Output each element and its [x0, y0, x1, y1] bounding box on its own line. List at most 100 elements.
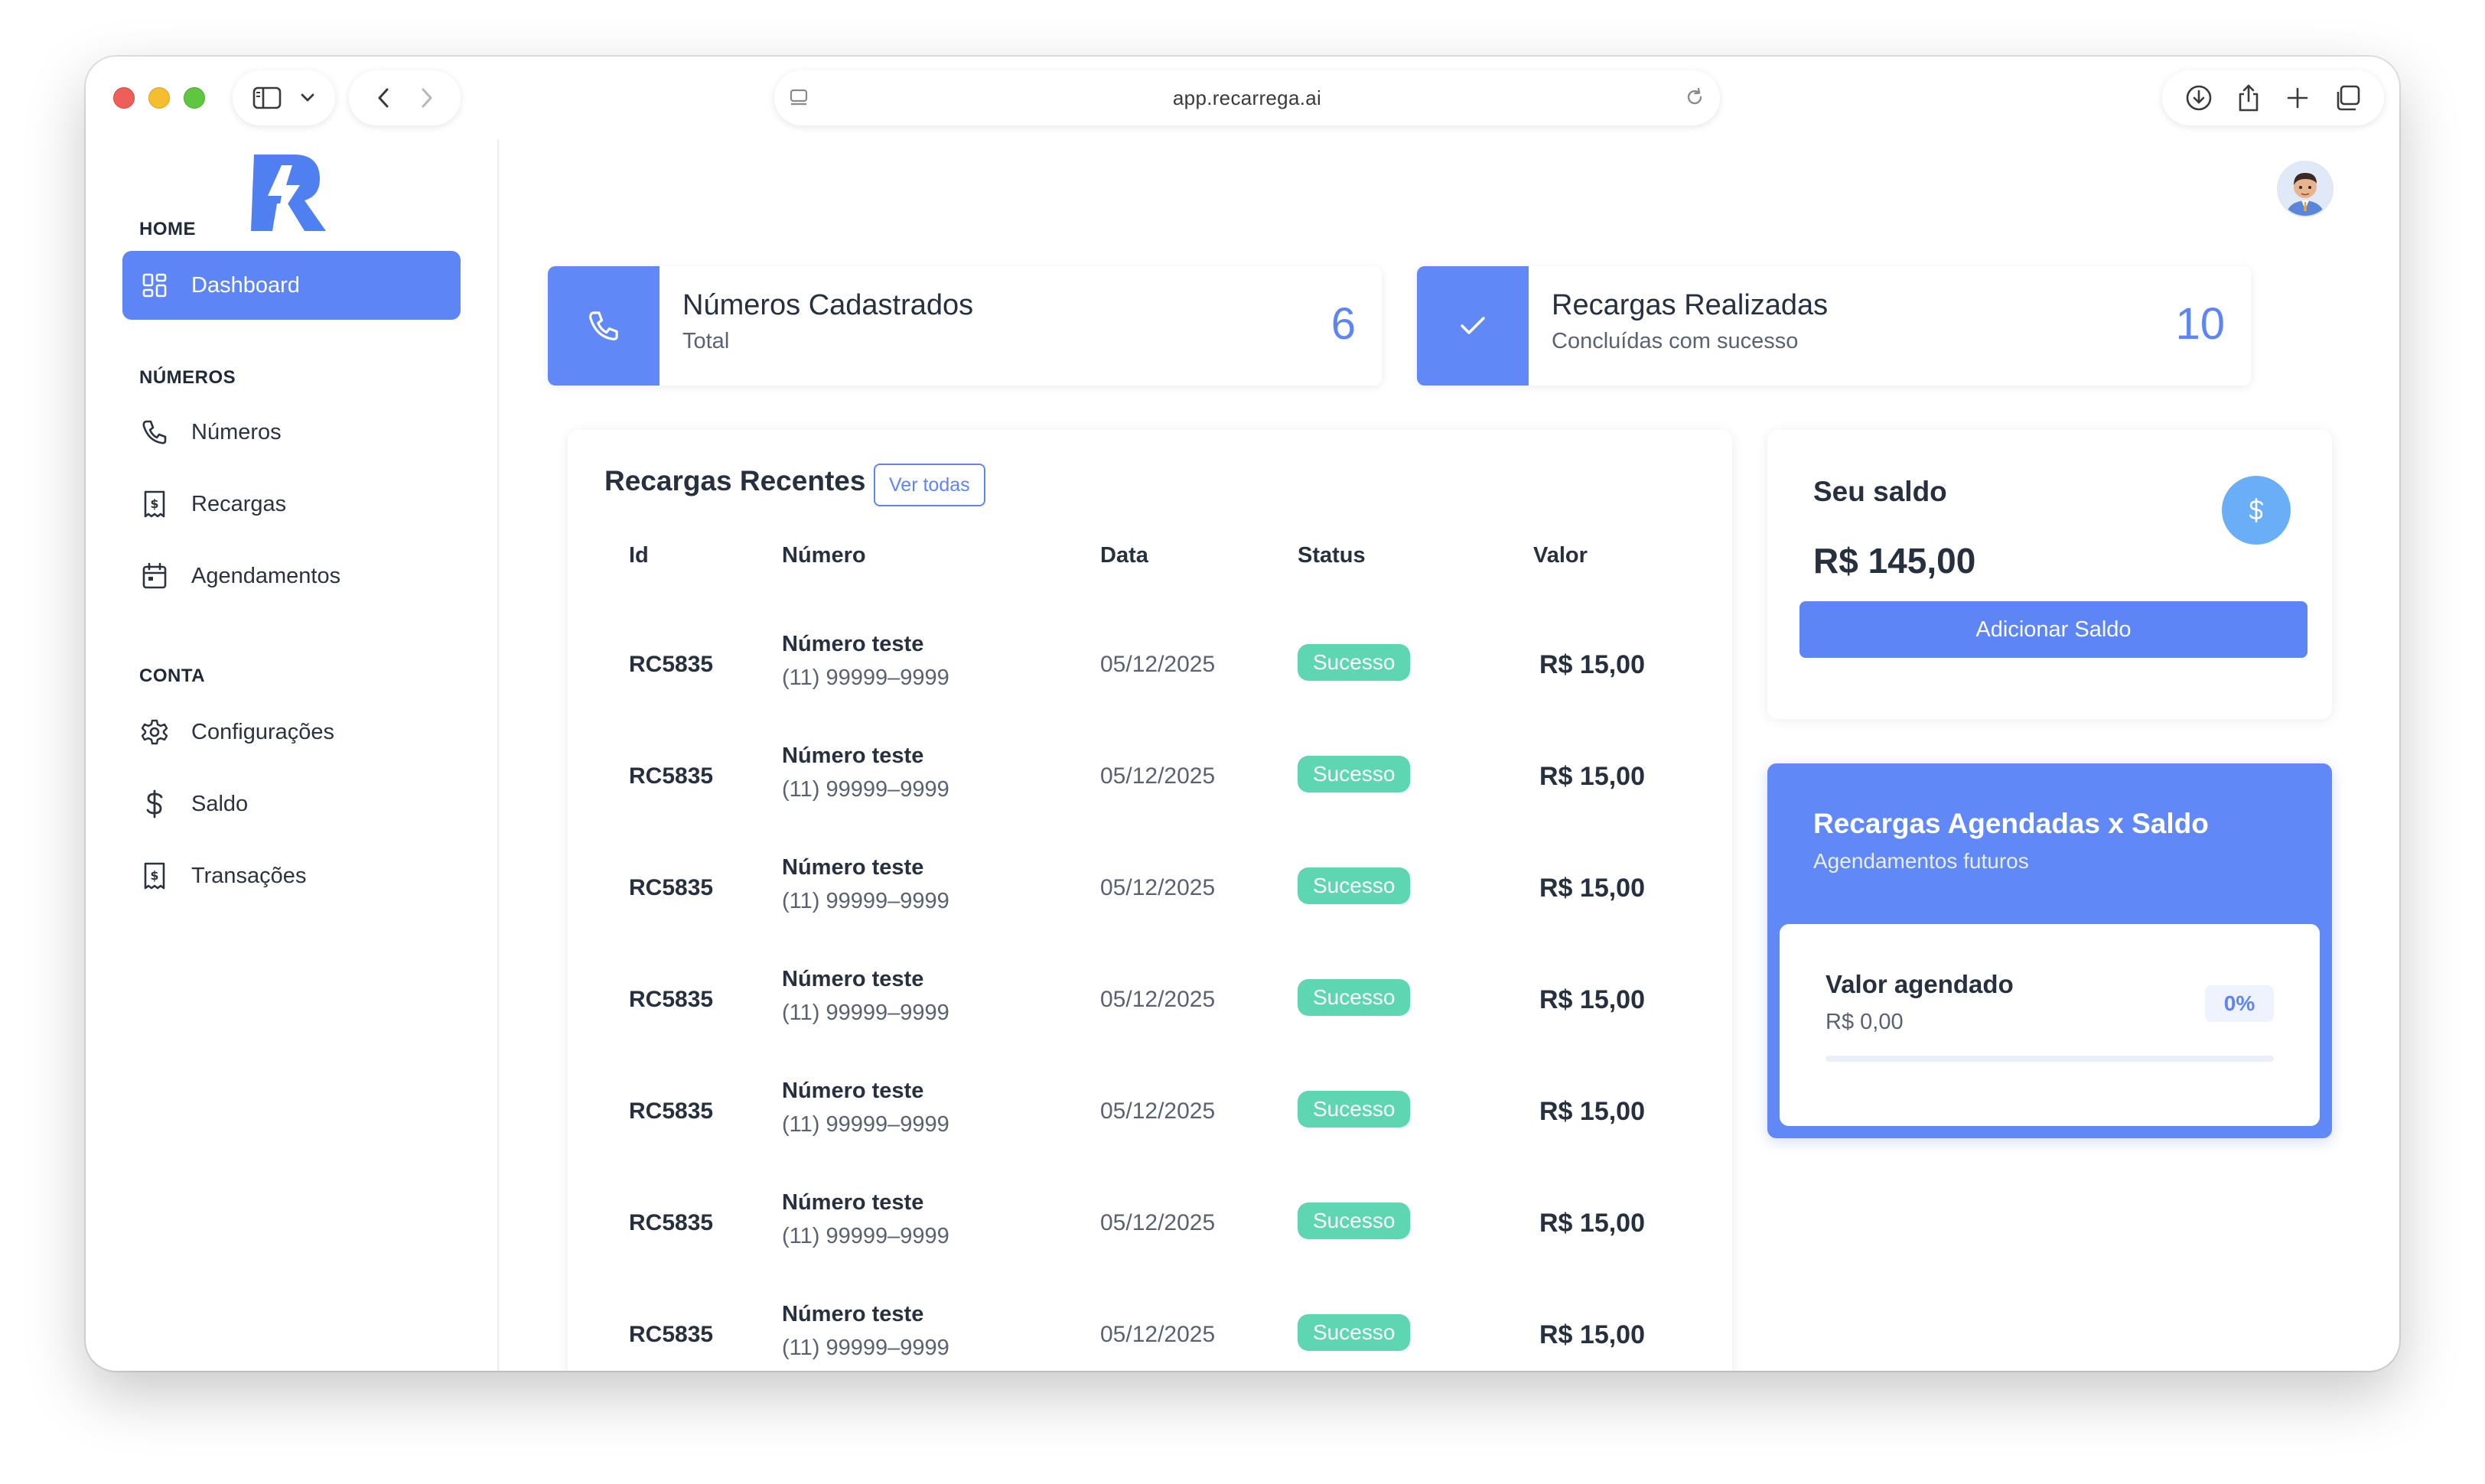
- sidebar-item-label: Agendamentos: [191, 563, 341, 588]
- phone-icon: [548, 266, 660, 386]
- scheduled-progress-bar: [1825, 1056, 2274, 1062]
- sidebar: HOME Dashboard NÚMEROS Números $ Recarga…: [86, 139, 499, 1371]
- cell-value: R$ 15,00: [1539, 985, 1645, 1014]
- url-text: app.recarrega.ai: [1172, 86, 1322, 109]
- receipt-icon: $: [139, 489, 170, 519]
- section-numeros-label: NÚMEROS: [139, 367, 236, 388]
- zoom-window-button[interactable]: [184, 87, 205, 109]
- sidebar-item-numeros[interactable]: Números: [122, 398, 461, 467]
- cell-date: 05/12/2025: [1100, 1098, 1216, 1124]
- svg-text:$: $: [150, 868, 158, 883]
- dollar-icon: [2222, 476, 2291, 545]
- cell-number-name: Número teste: [782, 1302, 924, 1326]
- avatar[interactable]: [2278, 162, 2332, 216]
- status-badge: Sucesso: [1298, 979, 1411, 1016]
- check-icon: [1417, 266, 1529, 386]
- browser-window: app.recarrega.ai HOME Dashboard NÚMEROS …: [86, 57, 2399, 1371]
- calendar-icon: [139, 561, 170, 591]
- table-row[interactable]: RC5835 Número teste (11) 99999–9999 05/1…: [568, 1279, 1732, 1371]
- status-badge: Sucesso: [1298, 756, 1411, 792]
- cell-date: 05/12/2025: [1100, 1210, 1216, 1235]
- view-all-button[interactable]: Ver todas: [874, 464, 985, 506]
- cell-id: RC5835: [629, 652, 714, 677]
- chevron-down-icon[interactable]: [300, 93, 315, 103]
- scheduled-vs-balance-card: Recargas Agendadas x Saldo Agendamentos …: [1767, 763, 2332, 1138]
- sidebar-toggle-icon[interactable]: [252, 86, 282, 109]
- history-nav-group: [349, 70, 461, 125]
- cell-id: RC5835: [629, 1322, 714, 1347]
- cell-number-name: Número teste: [782, 1190, 924, 1215]
- cell-id: RC5835: [629, 987, 714, 1012]
- sidebar-item-transacoes[interactable]: $ Transações: [122, 841, 461, 910]
- sidebar-toggle-group: [233, 70, 335, 125]
- status-badge: Sucesso: [1298, 1314, 1411, 1351]
- sidebar-item-label: Recargas: [191, 491, 287, 516]
- back-arrow-icon[interactable]: [376, 87, 390, 109]
- close-window-button[interactable]: [113, 87, 135, 109]
- table-row[interactable]: RC5835 Número teste (11) 99999–9999 05/1…: [568, 832, 1732, 944]
- sidebar-item-configuracoes[interactable]: Configurações: [122, 698, 461, 766]
- cell-value: R$ 15,00: [1539, 650, 1645, 679]
- scheduled-amount-value: R$ 0,00: [1825, 1010, 1904, 1034]
- cell-id: RC5835: [629, 1098, 714, 1124]
- column-header-id: Id: [629, 543, 649, 568]
- sidebar-item-label: Configurações: [191, 719, 334, 744]
- table-row[interactable]: RC5835 Número teste (11) 99999–9999 05/1…: [568, 944, 1732, 1056]
- svg-text:$: $: [150, 496, 158, 511]
- table-row[interactable]: RC5835 Número teste (11) 99999–9999 05/1…: [568, 721, 1732, 832]
- cell-number-name: Número teste: [782, 744, 924, 768]
- sidebar-item-label: Transações: [191, 863, 307, 888]
- cell-phone: (11) 99999–9999: [782, 1336, 949, 1360]
- cell-phone: (11) 99999–9999: [782, 666, 949, 690]
- share-icon[interactable]: [2236, 83, 2261, 112]
- cell-id: RC5835: [629, 1210, 714, 1235]
- stat-subtitle: Total: [682, 329, 730, 353]
- cell-id: RC5835: [629, 763, 714, 789]
- download-icon[interactable]: [2185, 84, 2213, 112]
- section-title: Recargas Recentes: [604, 465, 866, 496]
- column-header-data: Data: [1100, 543, 1148, 568]
- new-tab-icon[interactable]: [2285, 86, 2310, 110]
- cell-date: 05/12/2025: [1100, 763, 1216, 789]
- minimize-window-button[interactable]: [148, 87, 170, 109]
- dashboard-icon: [139, 270, 170, 301]
- cell-date: 05/12/2025: [1100, 652, 1216, 677]
- phone-icon: [139, 417, 170, 447]
- sidebar-item-label: Saldo: [191, 791, 249, 816]
- cell-value: R$ 15,00: [1539, 1209, 1645, 1238]
- cell-number-name: Número teste: [782, 967, 924, 991]
- cell-phone: (11) 99999–9999: [782, 889, 949, 913]
- balance-title: Seu saldo: [1813, 476, 1947, 507]
- balance-card: Seu saldo R$ 145,00 Adicionar Saldo: [1767, 430, 2332, 719]
- cell-value: R$ 15,00: [1539, 874, 1645, 903]
- add-balance-button[interactable]: Adicionar Saldo: [1799, 601, 2308, 658]
- column-header-numero: Número: [782, 543, 866, 568]
- cell-number-name: Número teste: [782, 632, 924, 656]
- stat-value: 10: [2175, 299, 2225, 349]
- stat-title: Números Cadastrados: [682, 289, 974, 321]
- scheduled-amount-label: Valor agendado: [1825, 970, 2014, 998]
- table-row[interactable]: RC5835 Número teste (11) 99999–9999 05/1…: [568, 609, 1732, 721]
- address-bar[interactable]: app.recarrega.ai: [774, 70, 1720, 125]
- tab-overview-icon[interactable]: [2334, 84, 2361, 112]
- reload-icon[interactable]: [1683, 86, 1706, 112]
- section-home-label: HOME: [139, 219, 196, 239]
- cell-phone: (11) 99999–9999: [782, 1112, 949, 1137]
- stat-card-recargas: Recargas Realizadas Concluídas com suces…: [1417, 266, 2251, 386]
- cell-phone: (11) 99999–9999: [782, 1001, 949, 1025]
- sidebar-item-dashboard[interactable]: Dashboard: [122, 251, 461, 320]
- app-logo[interactable]: [246, 153, 331, 233]
- page-settings-icon[interactable]: [788, 87, 809, 112]
- browser-toolbar: app.recarrega.ai: [86, 57, 2399, 139]
- cell-phone: (11) 99999–9999: [782, 777, 949, 802]
- sidebar-item-recargas[interactable]: $ Recargas: [122, 470, 461, 539]
- table-row[interactable]: RC5835 Número teste (11) 99999–9999 05/1…: [568, 1056, 1732, 1167]
- table-row[interactable]: RC5835 Número teste (11) 99999–9999 05/1…: [568, 1167, 1732, 1279]
- cell-id: RC5835: [629, 875, 714, 900]
- scheduled-subtitle: Agendamentos futuros: [1813, 849, 2029, 873]
- sidebar-item-agendamentos[interactable]: Agendamentos: [122, 542, 461, 610]
- column-header-valor: Valor: [1533, 543, 1588, 568]
- recent-recharges-card: Recargas Recentes Ver todas Id Número Da…: [568, 430, 1732, 1371]
- forward-arrow-icon[interactable]: [420, 87, 434, 109]
- sidebar-item-saldo[interactable]: Saldo: [122, 770, 461, 838]
